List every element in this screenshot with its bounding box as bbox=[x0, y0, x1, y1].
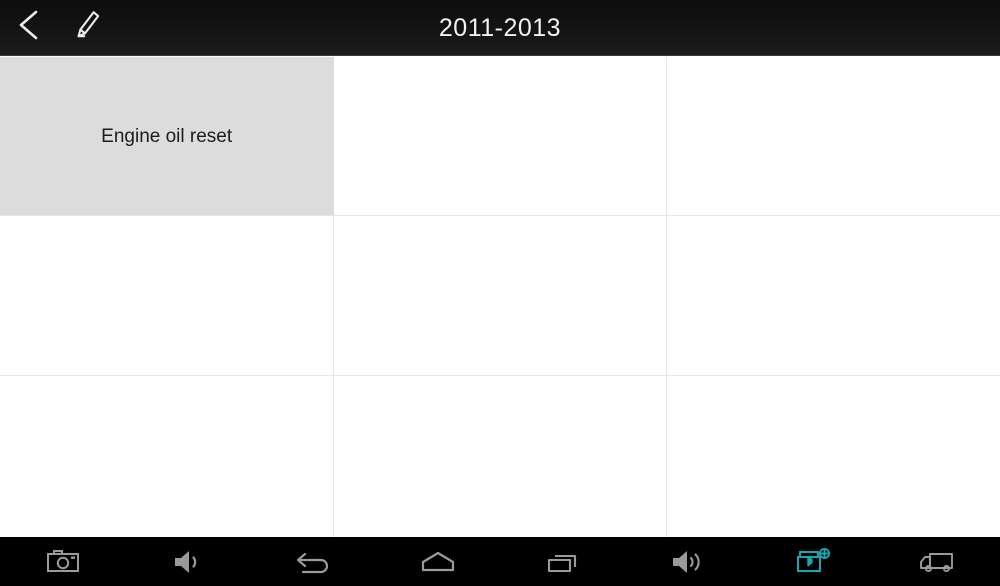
menu-grid: Engine oil reset bbox=[0, 57, 1000, 537]
bottom-navigation-bar bbox=[0, 537, 1000, 586]
menu-cell-empty-2[interactable] bbox=[667, 57, 1000, 216]
edit-button[interactable] bbox=[58, 0, 116, 56]
volume-up-icon bbox=[669, 547, 707, 577]
home-nav-button[interactable] bbox=[375, 537, 500, 586]
home-icon bbox=[418, 549, 458, 575]
menu-cell-empty-5[interactable] bbox=[667, 216, 1000, 376]
vehicle-button[interactable] bbox=[875, 537, 1000, 586]
screenshot-button[interactable] bbox=[0, 537, 125, 586]
grid-divider-horizontal bbox=[0, 215, 1000, 216]
menu-cell-empty-7[interactable] bbox=[333, 376, 666, 537]
volume-down-button[interactable] bbox=[125, 537, 250, 586]
camera-icon bbox=[45, 547, 81, 577]
page-title: 2011-2013 bbox=[438, 13, 562, 42]
menu-cell-empty-4[interactable] bbox=[333, 216, 666, 376]
menu-grid-row bbox=[0, 216, 1000, 376]
menu-cell-engine-oil-reset[interactable]: Engine oil reset bbox=[0, 57, 334, 216]
back-button[interactable] bbox=[0, 0, 58, 56]
grid-divider-horizontal bbox=[0, 375, 1000, 376]
menu-cell-empty-1[interactable] bbox=[333, 57, 666, 216]
menu-cell-empty-3[interactable] bbox=[0, 216, 333, 376]
menu-grid-row bbox=[0, 376, 1000, 537]
menu-grid-row: Engine oil reset bbox=[0, 57, 1000, 216]
grid-divider-vertical bbox=[666, 57, 667, 537]
chevron-left-icon bbox=[14, 8, 44, 47]
back-arrow-icon bbox=[293, 548, 333, 576]
pencil-icon bbox=[71, 8, 103, 47]
recents-nav-button[interactable] bbox=[500, 537, 625, 586]
back-nav-button[interactable] bbox=[250, 537, 375, 586]
obd-bluetooth-icon bbox=[793, 545, 833, 579]
vci-bluetooth-button[interactable] bbox=[750, 537, 875, 586]
recent-apps-icon bbox=[544, 548, 582, 576]
truck-icon bbox=[917, 548, 959, 576]
volume-down-icon bbox=[171, 547, 205, 577]
menu-cell-label: Engine oil reset bbox=[101, 126, 233, 147]
volume-up-button[interactable] bbox=[625, 537, 750, 586]
menu-cell-empty-6[interactable] bbox=[0, 376, 333, 537]
app-root: 2011-2013 Engine oil reset bbox=[0, 0, 1000, 586]
title-bar: 2011-2013 bbox=[0, 0, 1000, 56]
menu-cell-empty-8[interactable] bbox=[667, 376, 1000, 537]
grid-divider-mask bbox=[333, 57, 334, 215]
